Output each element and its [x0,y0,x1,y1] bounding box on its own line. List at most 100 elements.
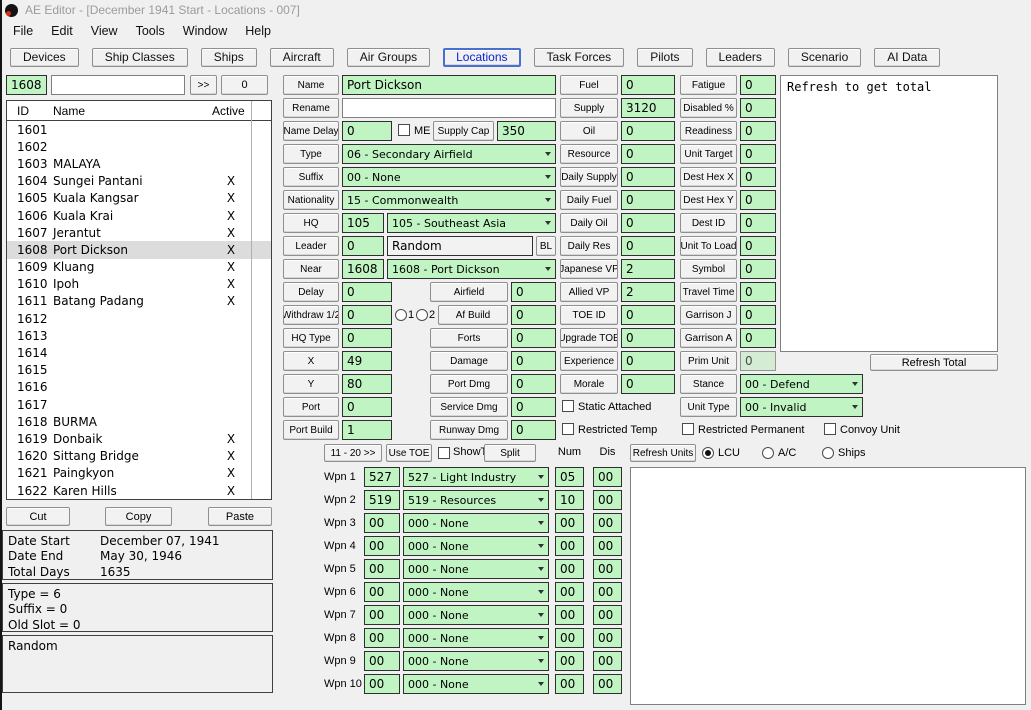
airfield-field[interactable]: 0 [511,282,556,302]
field-value[interactable]: 0 [740,98,776,118]
weapon-id-field[interactable]: 527 [364,467,400,487]
menu-item[interactable]: Help [236,24,280,38]
bl-button[interactable]: BL [536,236,556,256]
table-row[interactable]: 1605 Kuala Kangsar X [7,190,271,207]
field-value[interactable]: 0 [621,190,675,210]
field-value[interactable]: 0 [621,121,675,141]
field-value[interactable]: 0 [740,328,776,348]
port-dmg-field[interactable]: 0 [511,374,556,394]
weapon-dis-field[interactable]: 00 [593,628,622,648]
field-value[interactable]: 0 [621,351,675,371]
weapon-id-field[interactable]: 00 [364,651,400,671]
field-value[interactable]: 0 [740,167,776,187]
withdraw-radio-1[interactable] [395,309,407,321]
field-value[interactable]: 0 [740,236,776,256]
stance-select[interactable]: 00 - Defend [740,374,863,394]
weapon-select[interactable]: 000 - None [403,536,549,556]
restricted-permanent-checkbox[interactable] [682,423,694,435]
unit-filter-radio[interactable]: LCU [702,444,758,462]
field-value[interactable]: 0 [621,374,675,394]
weapon-id-field[interactable]: 519 [364,490,400,510]
weapon-select[interactable]: 000 - None [403,651,549,671]
field-value[interactable]: 3120 [621,98,675,118]
weapon-num-field[interactable]: 00 [555,582,584,602]
name-delay-button[interactable]: Name Delay [283,121,339,141]
field-value[interactable]: 0 [740,259,776,279]
near-id-field[interactable]: 1608 [342,259,384,279]
table-row[interactable]: 1608 Port Dickson X [7,241,271,259]
weapon-id-field[interactable]: 00 [364,605,400,625]
count-button[interactable]: 0 [221,75,268,95]
weapon-dis-field[interactable]: 00 [593,559,622,579]
convoy-unit-checkbox[interactable] [824,423,836,435]
tab[interactable]: Pilots [637,47,693,67]
weapon-select[interactable]: 000 - None [403,513,549,533]
field-value[interactable]: 0 [740,351,776,371]
weapon-id-field[interactable]: 00 [364,674,400,694]
port-build-field[interactable]: 1 [342,420,392,440]
tab[interactable]: Locations [443,47,521,67]
menu-item[interactable]: Tools [127,24,174,38]
goto-button[interactable]: >> [190,75,217,95]
menu-item[interactable]: Window [174,24,236,38]
field-value[interactable]: 0 [621,144,675,164]
tab[interactable]: Ships [200,47,257,67]
runway-dmg-field[interactable]: 0 [511,420,556,440]
name-field[interactable]: Port Dickson [342,75,556,95]
table-row[interactable]: 1607 Jerantut X [7,224,271,241]
weapon-select[interactable]: 000 - None [403,582,549,602]
x-field[interactable]: 49 [342,351,392,371]
menu-item[interactable]: File [4,24,42,38]
weapon-id-field[interactable]: 00 [364,628,400,648]
table-row[interactable]: 1616 [7,379,271,396]
table-row[interactable]: 1610 Ipoh X [7,276,271,293]
weapon-num-field[interactable]: 00 [555,651,584,671]
withdraw-radio-2[interactable] [416,309,428,321]
table-row[interactable]: 1601 [7,121,271,138]
weapon-num-field[interactable]: 00 [555,536,584,556]
tab[interactable]: Leaders [705,47,775,67]
hq-type-field[interactable]: 0 [342,328,392,348]
field-value[interactable]: 0 [740,282,776,302]
weapon-dis-field[interactable]: 00 [593,651,622,671]
field-value[interactable]: 2 [621,259,675,279]
menu-item[interactable]: View [82,24,127,38]
y-field[interactable]: 80 [342,374,392,394]
af-build-field[interactable]: 0 [511,305,556,325]
refresh-units-button[interactable]: Refresh Units [630,444,696,462]
weapon-num-field[interactable]: 00 [555,628,584,648]
tab[interactable]: Scenario [787,47,862,67]
table-row[interactable]: 1620 Sittang Bridge X [7,448,271,465]
table-row[interactable]: 1617 [7,396,271,413]
forts-field[interactable]: 0 [511,328,556,348]
withdraw-button[interactable]: Withdraw 1/2 [283,305,339,325]
field-value[interactable]: 0 [621,213,675,233]
tab[interactable]: AI Data [874,47,941,67]
table-row[interactable]: 1604 Sungei Pantani X [7,173,271,190]
table-row[interactable]: 1615 [7,362,271,379]
weapon-dis-field[interactable]: 00 [593,674,622,694]
tab[interactable]: Ship Classes [91,47,188,67]
split-button[interactable]: Split [484,444,536,462]
field-value[interactable]: 0 [621,236,675,256]
delay-field[interactable]: 0 [342,282,392,302]
table-row[interactable]: 1602 [7,138,271,155]
show-toe-checkbox[interactable] [438,447,450,459]
weapon-num-field[interactable]: 05 [555,467,584,487]
field-value[interactable]: 0 [621,75,675,95]
weapon-dis-field[interactable]: 00 [593,605,622,625]
paste-button[interactable]: Paste [208,507,272,526]
hq-type-button[interactable]: HQ Type [283,328,339,348]
rename-input[interactable] [342,98,556,118]
damage-field[interactable]: 0 [511,351,556,371]
tab[interactable]: Air Groups [346,47,431,67]
nationality-select[interactable]: 15 - Commonwealth [342,190,556,210]
near-button[interactable]: Near [283,259,339,279]
weapon-num-field[interactable]: 00 [555,605,584,625]
weapon-num-field[interactable]: 00 [555,559,584,579]
weapon-dis-field[interactable]: 00 [593,582,622,602]
search-input[interactable] [51,75,185,95]
copy-button[interactable]: Copy [105,507,172,526]
cut-button[interactable]: Cut [6,507,70,526]
restricted-temp-checkbox[interactable] [562,423,574,435]
